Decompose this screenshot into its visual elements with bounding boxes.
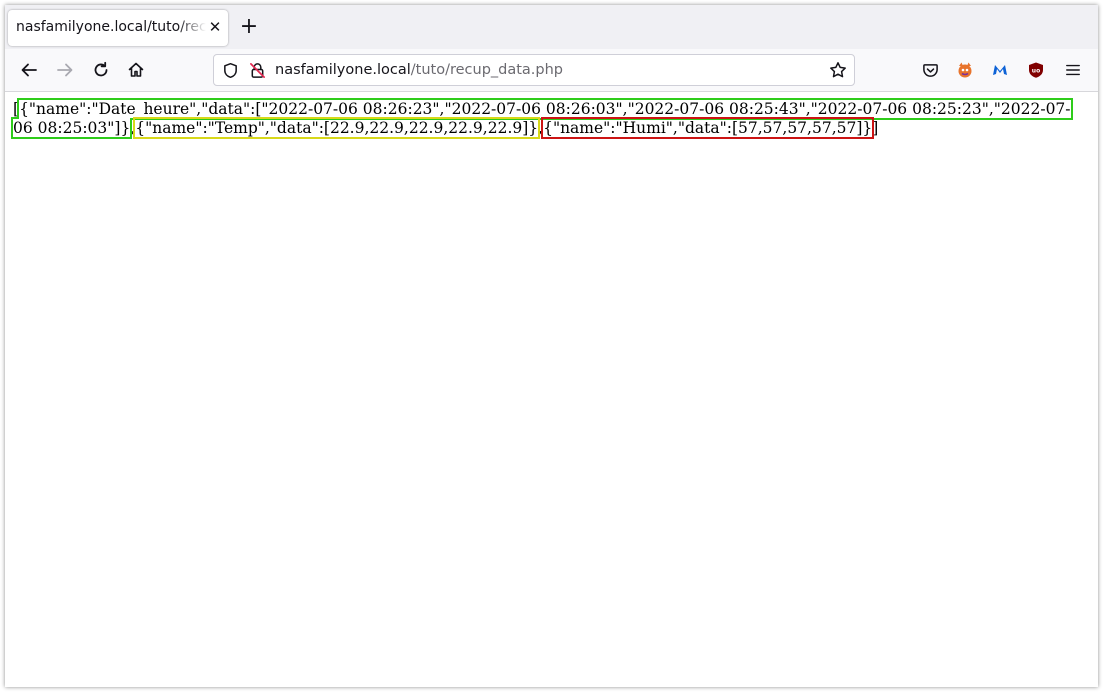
url-path: /tuto/recup_data.php	[410, 62, 564, 78]
page-content: [{"name":"Date_heure","data":["2022-07-0…	[5, 92, 1098, 687]
ublock-origin-icon: uo	[1029, 62, 1043, 78]
navigation-toolbar: nasfamilyone.local/tuto/recup_data.php u…	[5, 49, 1098, 92]
pocket-icon	[922, 63, 938, 77]
json-suffix: ]	[872, 119, 879, 137]
new-tab-button[interactable]: +	[239, 16, 259, 38]
back-arrow-icon	[21, 63, 37, 77]
menu-button[interactable]	[1061, 58, 1085, 82]
close-icon[interactable]: ✕	[206, 18, 224, 36]
malwarebytes-button[interactable]	[988, 58, 1012, 82]
extension-fox-icon	[958, 62, 972, 78]
url-text[interactable]: nasfamilyone.local/tuto/recup_data.php	[275, 62, 563, 78]
json-output: [{"name":"Date_heure","data":["2022-07-0…	[11, 98, 1083, 139]
forward-arrow-icon	[57, 63, 73, 77]
menu-icon	[1066, 64, 1080, 76]
tab-title: nasfamilyone.local/tuto/recup_data.php	[16, 19, 206, 35]
active-tab[interactable]: nasfamilyone.local/tuto/recup_data.php ✕	[8, 10, 228, 46]
url-host: nasfamilyone.local	[275, 62, 411, 78]
svg-text:uo: uo	[1032, 68, 1040, 75]
ublock-origin-button[interactable]: uo	[1024, 58, 1048, 82]
home-button[interactable]	[124, 58, 148, 82]
back-button[interactable]	[17, 58, 41, 82]
extension-fox-button[interactable]	[953, 58, 977, 82]
forward-button[interactable]	[53, 58, 77, 82]
shield-icon[interactable]	[220, 60, 240, 80]
insecure-lock-icon[interactable]	[247, 60, 267, 80]
json-segment-humi: {"name":"Humi","data":[57,57,57,57,57]}	[541, 117, 875, 139]
reload-icon	[94, 61, 108, 77]
pocket-button[interactable]	[918, 58, 942, 82]
tab-bar: nasfamilyone.local/tuto/recup_data.php ✕…	[5, 5, 1098, 49]
browser-window: nasfamilyone.local/tuto/recup_data.php ✕…	[5, 5, 1098, 687]
url-bar[interactable]: nasfamilyone.local/tuto/recup_data.php	[213, 54, 855, 86]
bookmark-star-icon[interactable]	[828, 60, 848, 80]
malwarebytes-icon	[993, 65, 1007, 75]
json-segment-temp: {"name":"Temp","data":[22.9,22.9,22.9,22…	[133, 117, 541, 139]
home-icon	[128, 62, 144, 77]
reload-button[interactable]	[89, 58, 113, 82]
